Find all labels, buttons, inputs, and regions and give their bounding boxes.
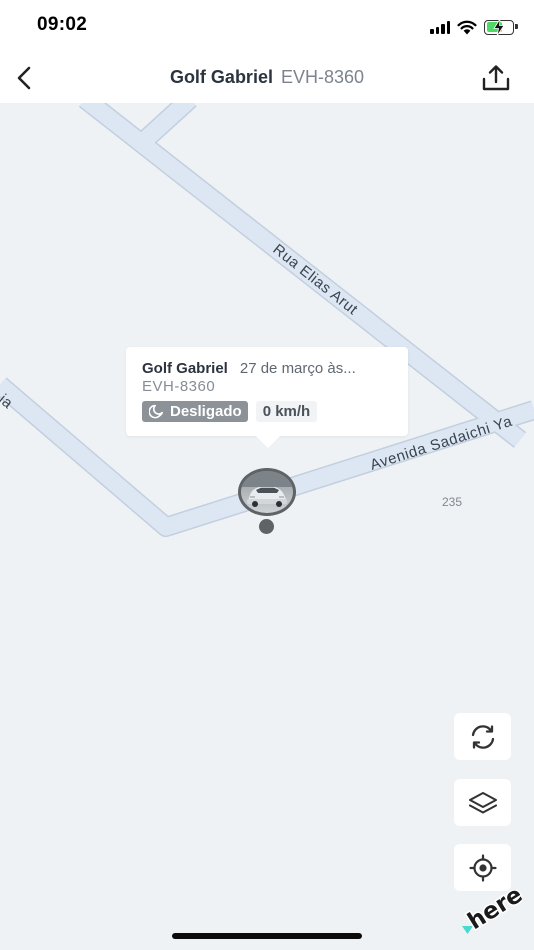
moon-icon xyxy=(149,404,163,419)
popup-badges: Desligado 0 km/h xyxy=(142,401,318,422)
locate-button[interactable] xyxy=(454,844,511,891)
vehicle-position-dot xyxy=(259,519,274,534)
page-title: Golf Gabriel EVH-8360 xyxy=(0,67,534,88)
here-logo: here xyxy=(462,890,522,937)
app-header: Golf Gabriel EVH-8360 xyxy=(0,54,534,103)
speed-value: 0 km/h xyxy=(262,403,311,420)
ignition-status-badge: Desligado xyxy=(142,401,248,422)
vehicle-info-popup[interactable]: Golf Gabriel 27 de março às... EVH-8360 … xyxy=(126,347,408,448)
vehicle-photo xyxy=(241,471,293,513)
layers-icon xyxy=(468,791,497,814)
status-time: 09:02 xyxy=(37,14,88,35)
map-view[interactable]: Rua Elias Arut Avenida Sadaichi Ya ia 23… xyxy=(0,103,534,950)
popup-last-update: 27 de março às... xyxy=(239,360,356,377)
vehicle-plate: EVH-8360 xyxy=(280,67,365,87)
popup-vehicle-name: Golf Gabriel xyxy=(142,360,228,377)
locate-icon xyxy=(468,853,497,882)
home-indicator[interactable] xyxy=(172,933,362,939)
cellular-signal-icon xyxy=(430,20,450,34)
map-poi-number: 235 xyxy=(442,495,462,509)
status-bar: 09:02 xyxy=(0,0,534,54)
ignition-status-label: Desligado xyxy=(170,403,242,420)
share-button[interactable] xyxy=(478,60,514,96)
share-upload-icon xyxy=(482,65,510,91)
vehicle-name: Golf Gabriel xyxy=(169,67,273,87)
popup-plate: EVH-8360 xyxy=(142,378,216,395)
here-logo-text: here xyxy=(463,890,522,935)
speed-badge: 0 km/h xyxy=(255,401,318,422)
vehicle-marker[interactable] xyxy=(238,468,296,516)
wifi-icon xyxy=(457,20,477,34)
popup-header: Golf Gabriel 27 de março às... xyxy=(142,360,394,377)
street-label-rua-elias-arut: Rua Elias Arut xyxy=(270,241,362,319)
refresh-button[interactable] xyxy=(454,713,511,760)
battery-charging-icon xyxy=(484,18,518,36)
popup-pointer xyxy=(256,436,280,448)
refresh-icon xyxy=(471,724,494,749)
status-icons xyxy=(430,17,518,37)
layers-button[interactable] xyxy=(454,779,511,826)
